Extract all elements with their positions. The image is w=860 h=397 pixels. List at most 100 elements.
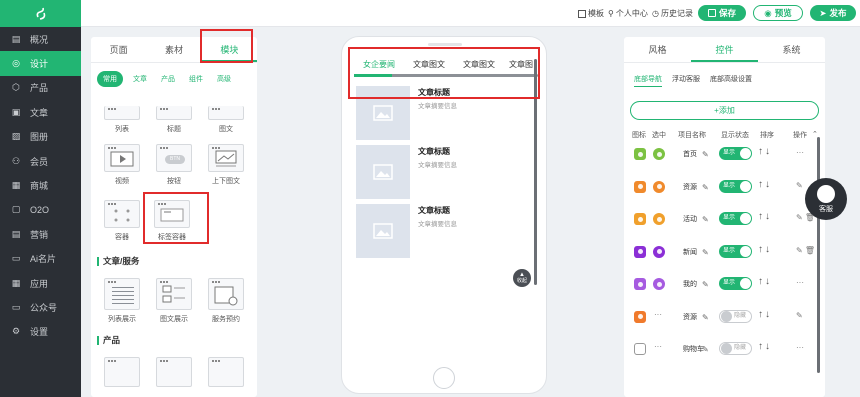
module-product-1[interactable] [104, 357, 140, 387]
phone-scrollbar[interactable] [534, 59, 537, 285]
article-item[interactable]: 文章标题 文章摘要信息 [356, 145, 536, 201]
subtab-floating-service[interactable]: 浮动客服 [672, 74, 700, 87]
sort-arrows-icon[interactable]: ↑↓ [758, 244, 772, 255]
personal-center-link[interactable]: ⚲ 个人中心 [608, 8, 648, 19]
subtab-bottom-advanced[interactable]: 底部高级设置 [710, 74, 752, 87]
edit-icon[interactable]: ✎ [702, 248, 709, 257]
sort-arrows-icon[interactable]: ↑↓ [758, 309, 772, 320]
selected-icon[interactable] [653, 245, 665, 258]
selected-icon[interactable] [653, 278, 665, 290]
row-actions[interactable]: ✎ [796, 311, 803, 320]
sort-arrows-icon[interactable]: ↑↓ [758, 146, 772, 157]
visibility-toggle[interactable]: 显示 [719, 212, 752, 225]
tab-system[interactable]: 系统 [758, 37, 825, 62]
customer-service-button[interactable]: 客服 [805, 178, 847, 220]
edit-icon[interactable]: ✎ [702, 280, 709, 289]
image-placeholder-icon [356, 145, 410, 199]
visibility-toggle[interactable]: 隐藏 [719, 342, 752, 355]
nav-icon[interactable] [634, 245, 646, 258]
settings-scrollbar[interactable] [817, 137, 820, 373]
row-actions[interactable]: ✎ 🗑 [796, 246, 815, 255]
row-actions[interactable]: ··· [796, 278, 804, 287]
subtab-common[interactable]: 常用 [97, 71, 123, 87]
visibility-toggle[interactable]: 显示 [719, 277, 752, 290]
module-title[interactable]: 标题 [156, 106, 192, 134]
sidebar-item-12[interactable]: ⚙ 设置 [0, 320, 81, 344]
module-container[interactable]: 容器 [104, 200, 140, 242]
sidebar-item-1[interactable]: ◎ 设计 [0, 51, 81, 76]
sidebar-item-7[interactable]: ▢ O2O [0, 198, 81, 222]
sidebar-item-3[interactable]: ▣ 文章 [0, 100, 81, 124]
visibility-toggle[interactable]: 隐藏 [719, 309, 752, 323]
logo-icon[interactable] [0, 0, 81, 27]
tab-page[interactable]: 页面 [91, 37, 146, 62]
selected-icon[interactable] [653, 148, 665, 160]
row-actions[interactable]: ··· [796, 343, 804, 352]
module-list-display[interactable]: 列表展示 [104, 278, 140, 324]
module-tab-container[interactable]: 标签容器 [154, 200, 190, 242]
row-actions[interactable]: ··· [796, 148, 804, 157]
sidebar-item-10[interactable]: ▦ 应用 [0, 271, 81, 295]
subtab-product[interactable]: 产品 [157, 72, 179, 86]
selected-icon[interactable] [653, 213, 665, 225]
visibility-toggle[interactable]: 显示 [719, 244, 752, 258]
subtab-bottom-nav[interactable]: 底部导航 [634, 74, 662, 87]
tab-style[interactable]: 风格 [624, 37, 691, 62]
save-button[interactable]: 保存 [698, 5, 746, 21]
module-product-3[interactable] [208, 357, 244, 387]
nav-icon[interactable] [634, 278, 646, 290]
nav-icon[interactable] [634, 180, 646, 193]
nav-icon[interactable] [634, 343, 646, 355]
edit-icon[interactable]: ✎ [702, 345, 709, 354]
sidebar-item-6[interactable]: ▦ 商城 [0, 173, 81, 197]
module-button[interactable]: BTN 按钮 [156, 144, 192, 186]
visibility-toggle[interactable]: 显示 [719, 147, 752, 160]
sidebar-item-8[interactable]: ▤ 营销 [0, 222, 81, 246]
edit-icon[interactable]: ✎ [702, 215, 709, 224]
tab-scrollbar[interactable] [354, 74, 538, 77]
tab-material[interactable]: 素材 [146, 37, 201, 62]
module-video[interactable]: 视频 [104, 144, 140, 186]
edit-icon[interactable]: ✎ [702, 313, 709, 322]
sidebar-item-2[interactable]: ⬡ 产品 [0, 76, 81, 100]
subtab-article[interactable]: 文章 [129, 72, 151, 86]
sort-arrows-icon[interactable]: ↑↓ [758, 179, 772, 190]
visibility-toggle[interactable]: 显示 [719, 179, 752, 193]
module-service-booking[interactable]: 服务预约 [208, 278, 244, 324]
preview-button[interactable]: ◉ 预览 [753, 5, 803, 21]
collapse-button[interactable]: ▲ 收起 [513, 269, 531, 287]
sidebar-item-11[interactable]: ▭ 公众号 [0, 295, 81, 319]
subtab-component[interactable]: 组件 [185, 72, 207, 86]
article-item[interactable]: 文章标题 文章摘要信息 [356, 204, 536, 260]
history-link[interactable]: ◷ 历史记录 [652, 8, 693, 19]
sort-arrows-icon[interactable]: ↑↓ [758, 341, 772, 352]
nav-icon[interactable] [634, 310, 646, 323]
template-link[interactable]: 模板 [578, 8, 604, 19]
sidebar-item-9[interactable]: ▭ Ai名片 [0, 247, 81, 271]
subtab-advanced[interactable]: 高级 [213, 72, 235, 86]
module-image-text[interactable]: 图文 [208, 106, 244, 134]
module-image-text-display[interactable]: 图文展示 [156, 278, 192, 324]
add-nav-item-button[interactable]: +添加 [630, 101, 819, 120]
article-item[interactable]: 文章标题 文章摘要信息 [356, 86, 536, 142]
sort-arrows-icon[interactable]: ↑↓ [758, 276, 772, 287]
tab-module[interactable]: 模块 [201, 37, 257, 62]
module-top-bottom-image-text[interactable]: 上下图文 [208, 144, 244, 186]
tab-controls[interactable]: 控件 [691, 37, 758, 62]
sidebar-item-5[interactable]: ⚇ 会员 [0, 149, 81, 173]
sidebar-item-0[interactable]: ▤ 概况 [0, 27, 81, 51]
row-actions[interactable]: ✎ [796, 181, 803, 190]
sidebar-item-4[interactable]: ▨ 图册 [0, 125, 81, 149]
sort-arrows-icon[interactable]: ↑↓ [758, 211, 772, 222]
publish-button[interactable]: ➤ 发布 [810, 5, 856, 21]
header-icon: 图标 [632, 132, 646, 139]
selected-icon[interactable] [653, 180, 665, 193]
sidebar-item-label: 图册 [30, 132, 49, 143]
module-product-2[interactable] [156, 357, 192, 387]
nav-icon[interactable] [634, 213, 646, 225]
sidebar-item-label: 文章 [30, 107, 49, 118]
module-list[interactable]: 列表 [104, 106, 140, 134]
edit-icon[interactable]: ✎ [702, 183, 709, 192]
edit-icon[interactable]: ✎ [702, 150, 709, 159]
nav-icon[interactable] [634, 148, 646, 160]
